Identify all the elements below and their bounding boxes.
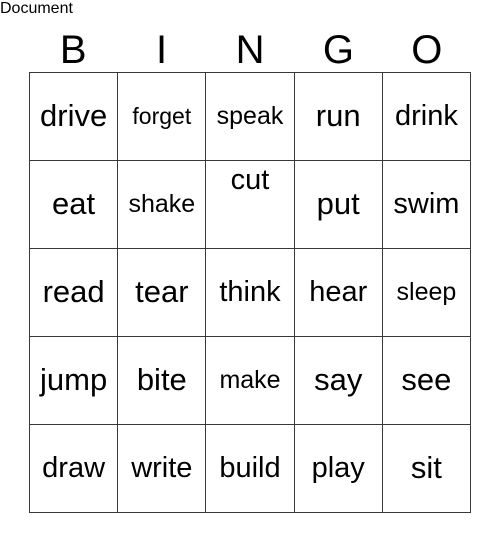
bingo-cell[interactable]: hear — [294, 249, 383, 337]
bingo-cell-word: speak — [216, 102, 284, 131]
bingo-cell[interactable]: drink — [382, 73, 472, 161]
bingo-cell[interactable]: shake — [118, 161, 207, 249]
bingo-cell[interactable]: drive — [30, 73, 119, 161]
bingo-grid: drive forget speak run drink eat shake cut put sw… — [29, 72, 472, 513]
bingo-cell[interactable]: jump — [30, 337, 119, 425]
bingo-row: jump bite make say see — [30, 337, 472, 425]
bingo-cell[interactable]: swim — [382, 161, 472, 249]
bingo-header-letter: I — [156, 28, 168, 72]
bingo-cell[interactable]: sleep — [382, 249, 472, 337]
bingo-cell-word: swim — [393, 188, 460, 221]
bingo-header: BINGO — [29, 14, 471, 72]
bingo-cell[interactable]: think — [206, 249, 295, 337]
bingo-cell[interactable]: read — [30, 249, 119, 337]
bingo-cell-word: build — [219, 452, 281, 485]
bingo-header-letter: B — [59, 28, 87, 72]
bingo-header-letter: N — [235, 28, 265, 72]
bingo-cell-word: run — [315, 98, 361, 134]
bingo-cell[interactable]: eat — [30, 161, 119, 249]
bingo-card: B I N G O drive forget speak run drink eat shake cu… — [29, 14, 472, 513]
bingo-cell-word: eat — [52, 186, 96, 222]
bingo-cell-word: tear — [135, 274, 189, 310]
bingo-cell-word: think — [219, 276, 281, 309]
bingo-cell[interactable]: say — [294, 337, 383, 425]
bingo-row: drive forget speak run drink — [30, 73, 472, 161]
bingo-row: draw write build play sit — [30, 425, 472, 513]
bingo-cell-word: shake — [128, 190, 196, 219]
bingo-cell-word: see — [401, 362, 452, 398]
bingo-cell[interactable]: sit — [382, 425, 472, 513]
bingo-cell-word: sleep — [396, 278, 457, 307]
bingo-cell-word: forget — [132, 103, 192, 130]
bingo-cell-word: play — [311, 452, 365, 485]
bingo-row: eat shake cut put swim — [30, 161, 472, 249]
bingo-cell-word: hear — [309, 276, 368, 309]
bingo-cell-word: cut — [230, 164, 270, 196]
bingo-cell-word: put — [316, 186, 360, 222]
bingo-cell[interactable]: play — [294, 425, 383, 513]
bingo-cell[interactable]: build — [206, 425, 295, 513]
bingo-header-letter: G — [322, 28, 354, 72]
bingo-cell[interactable]: make — [206, 337, 295, 425]
bingo-cell[interactable]: draw — [30, 425, 119, 513]
bingo-cell[interactable]: cut — [206, 161, 295, 249]
bingo-cell[interactable]: bite — [118, 337, 207, 425]
bingo-cell-word: say — [314, 362, 363, 398]
bingo-cell[interactable]: see — [382, 337, 472, 425]
bingo-cell-word: drive — [40, 98, 108, 134]
bingo-cell[interactable]: forget — [118, 73, 207, 161]
bingo-cell-word: make — [219, 366, 281, 395]
bingo-cell-word: draw — [42, 452, 106, 485]
bingo-cell-word: drink — [394, 100, 458, 133]
bingo-cell-word: write — [131, 452, 193, 485]
bingo-cell[interactable]: speak — [206, 73, 295, 161]
bingo-cell-word: bite — [136, 362, 187, 398]
bingo-cell-word: sit — [410, 450, 442, 486]
bingo-cell-word: jump — [40, 362, 108, 398]
bingo-cell[interactable]: run — [294, 73, 383, 161]
bingo-cell[interactable]: put — [294, 161, 383, 249]
bingo-cell[interactable]: write — [118, 425, 207, 513]
bingo-header-letter: O — [411, 28, 443, 72]
bingo-cell-word: read — [42, 274, 105, 310]
bingo-row: read tear think hear sleep — [30, 249, 472, 337]
bingo-cell[interactable]: tear — [118, 249, 207, 337]
